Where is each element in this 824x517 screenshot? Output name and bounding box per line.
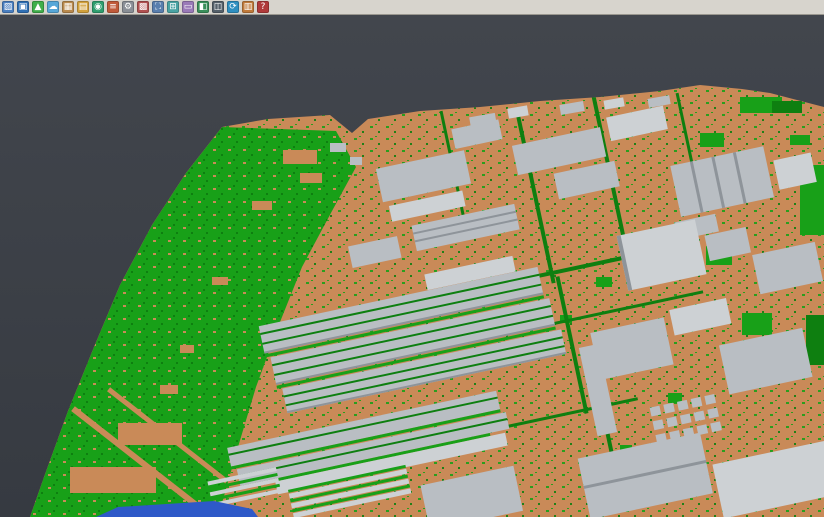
point-cloud-render <box>0 15 824 517</box>
measure-icon[interactable]: ▭ <box>182 1 194 13</box>
fullscreen-icon[interactable]: ⛶ <box>152 1 164 13</box>
layers-icon[interactable]: ≡ <box>107 1 119 13</box>
snapshot-icon[interactable]: ◫ <box>212 1 224 13</box>
globe-icon[interactable]: ◉ <box>92 1 104 13</box>
help-icon[interactable]: ? <box>257 1 269 13</box>
mesh-icon[interactable]: ▲ <box>32 1 44 13</box>
point-cloud-icon[interactable]: ☁ <box>47 1 59 13</box>
toolbar-icons: ▨▣▲☁▦▤◉≡⚙▩⛶⊞▭◧◫⟳▥? <box>2 1 269 13</box>
application-window: ▨▣▲☁▦▤◉≡⚙▩⛶⊞▭◧◫⟳▥? <box>0 0 824 517</box>
histogram-icon[interactable]: ▥ <box>242 1 254 13</box>
grid-icon[interactable]: ⊞ <box>167 1 179 13</box>
palette-icon[interactable]: ▤ <box>77 1 89 13</box>
terrain-icon[interactable]: ▦ <box>62 1 74 13</box>
toolbar: ▨▣▲☁▦▤◉≡⚙▩⛶⊞▭◧◫⟳▥? <box>0 0 824 15</box>
camera-icon[interactable]: ◧ <box>197 1 209 13</box>
viewport-3d[interactable] <box>0 15 824 517</box>
open-icon[interactable]: ▨ <box>2 1 14 13</box>
refresh-icon[interactable]: ⟳ <box>227 1 239 13</box>
save-icon[interactable]: ▣ <box>17 1 29 13</box>
crop-icon[interactable]: ▩ <box>137 1 149 13</box>
settings-icon[interactable]: ⚙ <box>122 1 134 13</box>
